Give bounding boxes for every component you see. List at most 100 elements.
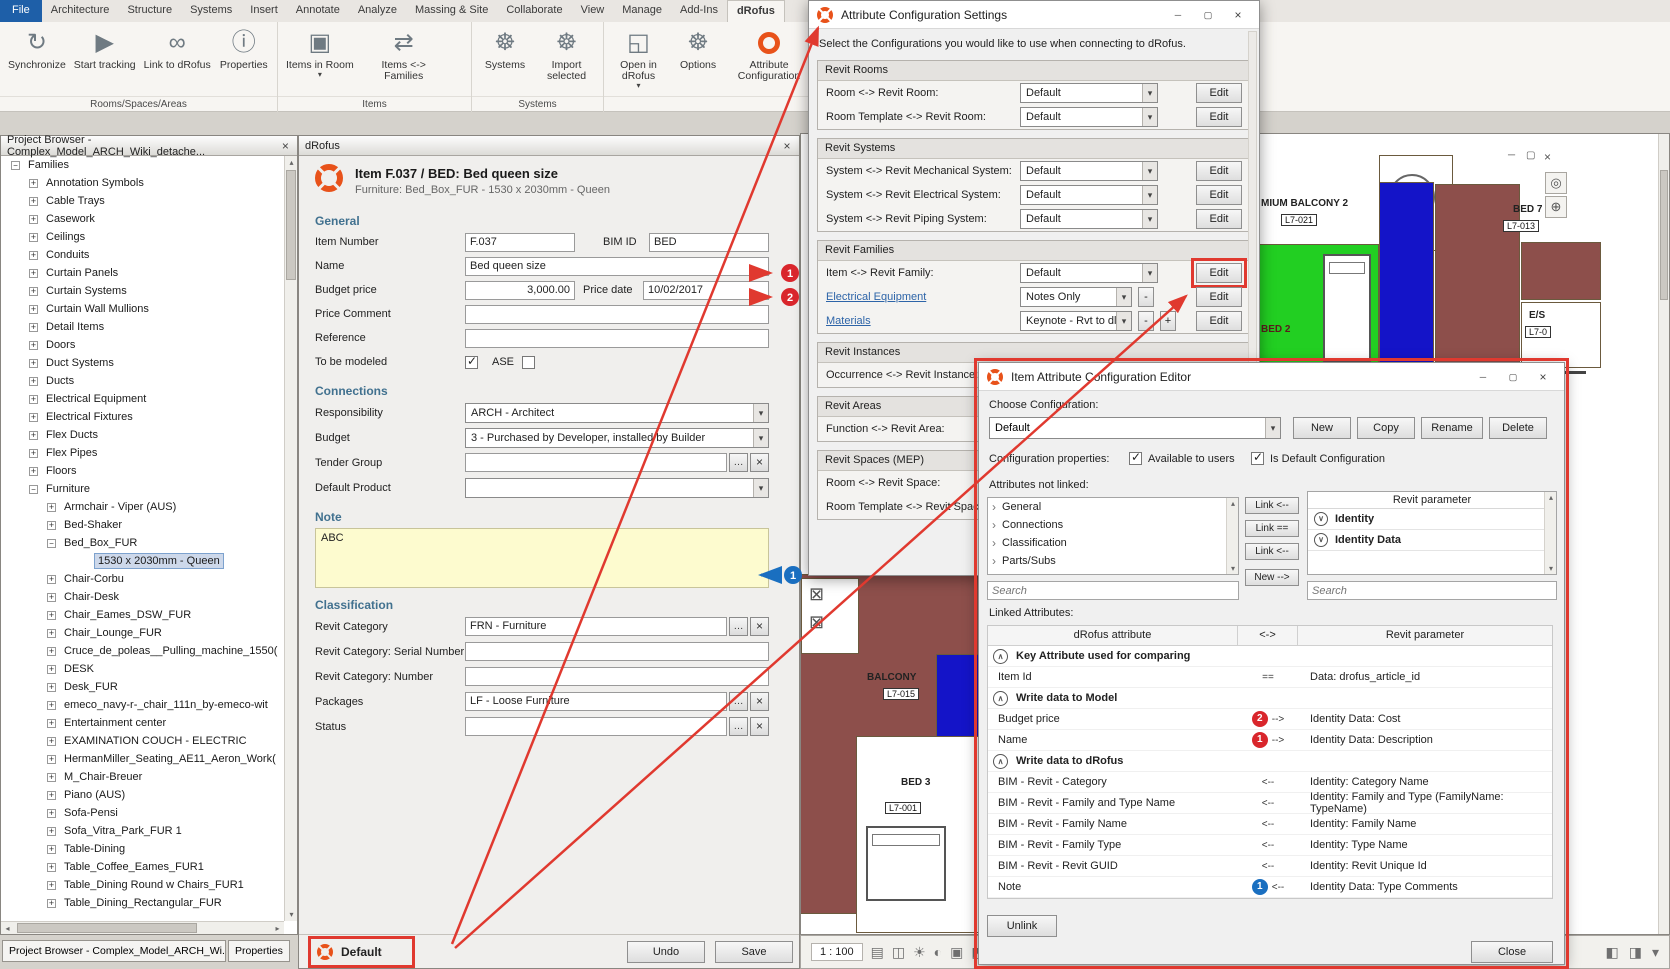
section-header[interactable]: Write data to dRofus — [988, 754, 1123, 769]
tree-item[interactable]: Flex Ducts — [1, 426, 284, 444]
new-button[interactable]: New — [1293, 417, 1351, 439]
tree-item-label[interactable]: 1530 x 2030mm - Queen — [95, 554, 223, 568]
browse-button[interactable] — [729, 453, 748, 472]
browse-button[interactable] — [729, 617, 748, 636]
tree-item[interactable]: Detail Items — [1, 318, 284, 336]
tree-item-label[interactable]: Table_Dining Round w Chairs_FUR1 — [61, 878, 247, 892]
unlink-button[interactable]: Unlink — [987, 915, 1057, 937]
configuration-select[interactable]: Default — [989, 417, 1281, 439]
ribbon-button[interactable]: ↻ Synchronize — [4, 24, 70, 73]
ribbon-tab[interactable]: Systems — [181, 0, 241, 22]
plan-scrollbar[interactable] — [1658, 134, 1669, 934]
ribbon-button[interactable]: ∞ Link to dRofus — [140, 24, 215, 73]
edit-button[interactable]: Edit — [1196, 263, 1242, 283]
status-bar-icon[interactable]: ▾ — [1652, 944, 1659, 961]
copy-button[interactable]: Copy — [1357, 417, 1415, 439]
budget-select[interactable]: 3 - Purchased by Developer, installed by… — [465, 428, 769, 448]
tree-item-label[interactable]: Families — [25, 158, 72, 172]
clear-button[interactable] — [750, 717, 769, 736]
tree-item-label[interactable]: Floors — [43, 464, 80, 478]
file-tab[interactable]: File — [0, 0, 42, 22]
tree-expander-icon[interactable] — [29, 449, 38, 458]
tree-item[interactable]: Bed-Shaker — [1, 516, 284, 534]
tree-item[interactable]: EXAMINATION COUCH - ELECTRIC — [1, 732, 284, 750]
view-control-icon[interactable]: ▤ — [871, 944, 884, 961]
tree-expander-icon[interactable] — [47, 647, 56, 656]
tree-item-label[interactable]: Piano (AUS) — [61, 788, 128, 802]
tree-expander-icon[interactable] — [47, 539, 56, 548]
packages-field[interactable]: LF - Loose Furniture — [465, 692, 727, 711]
minimize-icon[interactable] — [1163, 5, 1193, 25]
view-control-icon[interactable]: ☀ — [913, 944, 926, 961]
tree-item[interactable]: M_Chair-Breuer — [1, 768, 284, 786]
ribbon-tab[interactable]: Manage — [613, 0, 671, 22]
tree-expander-icon[interactable] — [47, 773, 56, 782]
tree-item[interactable]: Curtain Systems — [1, 282, 284, 300]
tree-item[interactable]: Ducts — [1, 372, 284, 390]
view-control-icon[interactable]: ◐ — [934, 944, 942, 960]
tree-item-label[interactable]: Table_Dining_Rectangular_FUR — [61, 896, 225, 910]
tree-item[interactable]: Bed_Box_FUR — [1, 534, 284, 552]
plan-room-blue[interactable] — [1379, 182, 1434, 371]
tree-item[interactable]: DESK — [1, 660, 284, 678]
tree-expander-icon[interactable] — [29, 377, 38, 386]
tree-item[interactable]: Cruce_de_poleas__Pulling_machine_1550( — [1, 642, 284, 660]
remove-button[interactable]: - — [1138, 311, 1154, 331]
configuration-select[interactable]: Notes Only — [1020, 287, 1132, 307]
tree-item-label[interactable]: M_Chair-Breuer — [61, 770, 145, 784]
materials-link[interactable]: Materials — [826, 315, 1014, 327]
to-be-modeled-checkbox[interactable] — [465, 356, 478, 369]
parameter-group-item[interactable]: Identity Data — [1308, 530, 1556, 551]
category-number-field[interactable] — [465, 667, 769, 686]
tab-properties[interactable]: Properties — [228, 940, 290, 962]
tree-item-label[interactable]: Chair_Lounge_FUR — [61, 626, 165, 640]
tree-item[interactable]: Chair_Lounge_FUR — [1, 624, 284, 642]
tree-item-label[interactable]: EXAMINATION COUCH - ELECTRIC — [61, 734, 250, 748]
edit-button[interactable]: Edit — [1196, 287, 1242, 307]
tree-item-label[interactable]: Flex Ducts — [43, 428, 101, 442]
tree-item-label[interactable]: Desk_FUR — [61, 680, 121, 694]
configuration-select[interactable]: Keynote - Rvt to dl — [1020, 311, 1132, 331]
tree-expander-icon[interactable] — [29, 323, 38, 332]
note-textarea[interactable]: ABC — [315, 528, 769, 588]
tree-expander-icon[interactable] — [29, 485, 38, 494]
tree-item-label[interactable]: Entertainment center — [61, 716, 169, 730]
room-tag[interactable]: L7-015 — [883, 688, 919, 700]
status-bar-icon[interactable]: ◧ — [1606, 944, 1619, 961]
tree-vertical-scrollbar[interactable]: ▴ ▾ — [284, 156, 297, 921]
section-header[interactable]: Key Attribute used for comparing — [988, 649, 1190, 664]
clear-button[interactable] — [750, 453, 769, 472]
ase-checkbox[interactable] — [522, 356, 535, 369]
tree-expander-icon[interactable] — [47, 737, 56, 746]
ribbon-tab[interactable]: Structure — [118, 0, 181, 22]
ribbon-button[interactable]: Attribute Configuration — [727, 24, 811, 84]
edit-button[interactable]: Edit — [1196, 161, 1242, 181]
collapse-icon[interactable] — [993, 754, 1008, 769]
tree-item[interactable]: Electrical Fixtures — [1, 408, 284, 426]
revit-category-field[interactable]: FRN - Furniture — [465, 617, 727, 636]
tree-expander-icon[interactable] — [11, 161, 20, 170]
ribbon-button[interactable]: ☸ Import selected — [534, 24, 599, 84]
tree-item[interactable]: Chair_Eames_DSW_FUR — [1, 606, 284, 624]
tree-expander-icon[interactable] — [29, 467, 38, 476]
tree-expander-icon[interactable] — [29, 413, 38, 422]
tree-expander-icon[interactable] — [47, 701, 56, 710]
tree-expander-icon[interactable] — [47, 719, 56, 728]
link-button[interactable]: Link == — [1245, 520, 1299, 537]
ribbon-tab[interactable]: Architecture — [42, 0, 119, 22]
list-scrollbar[interactable]: ▴ ▾ — [1544, 492, 1556, 574]
ribbon-button[interactable]: ▶ Start tracking — [70, 24, 140, 73]
scroll-down-icon[interactable]: ▾ — [1227, 563, 1239, 574]
tree-item[interactable]: Chair-Desk — [1, 588, 284, 606]
tree-expander-icon[interactable] — [47, 791, 56, 800]
tree-item-label[interactable]: Ducts — [43, 374, 77, 388]
edit-button[interactable]: Edit — [1196, 107, 1242, 127]
view-minimize-icon[interactable]: ─ — [1508, 150, 1515, 161]
tree-item[interactable]: Table_Dining Round w Chairs_FUR1 — [1, 876, 284, 894]
budget-price-field[interactable]: 3,000.00 — [465, 281, 575, 300]
tree-item-label[interactable]: Cruce_de_poleas__Pulling_machine_1550( — [61, 644, 280, 658]
ribbon-button[interactable]: ☸ Systems — [476, 24, 534, 73]
close-icon[interactable] — [1528, 367, 1558, 387]
remove-button[interactable]: - — [1138, 287, 1154, 307]
tree-expander-icon[interactable] — [47, 611, 56, 620]
